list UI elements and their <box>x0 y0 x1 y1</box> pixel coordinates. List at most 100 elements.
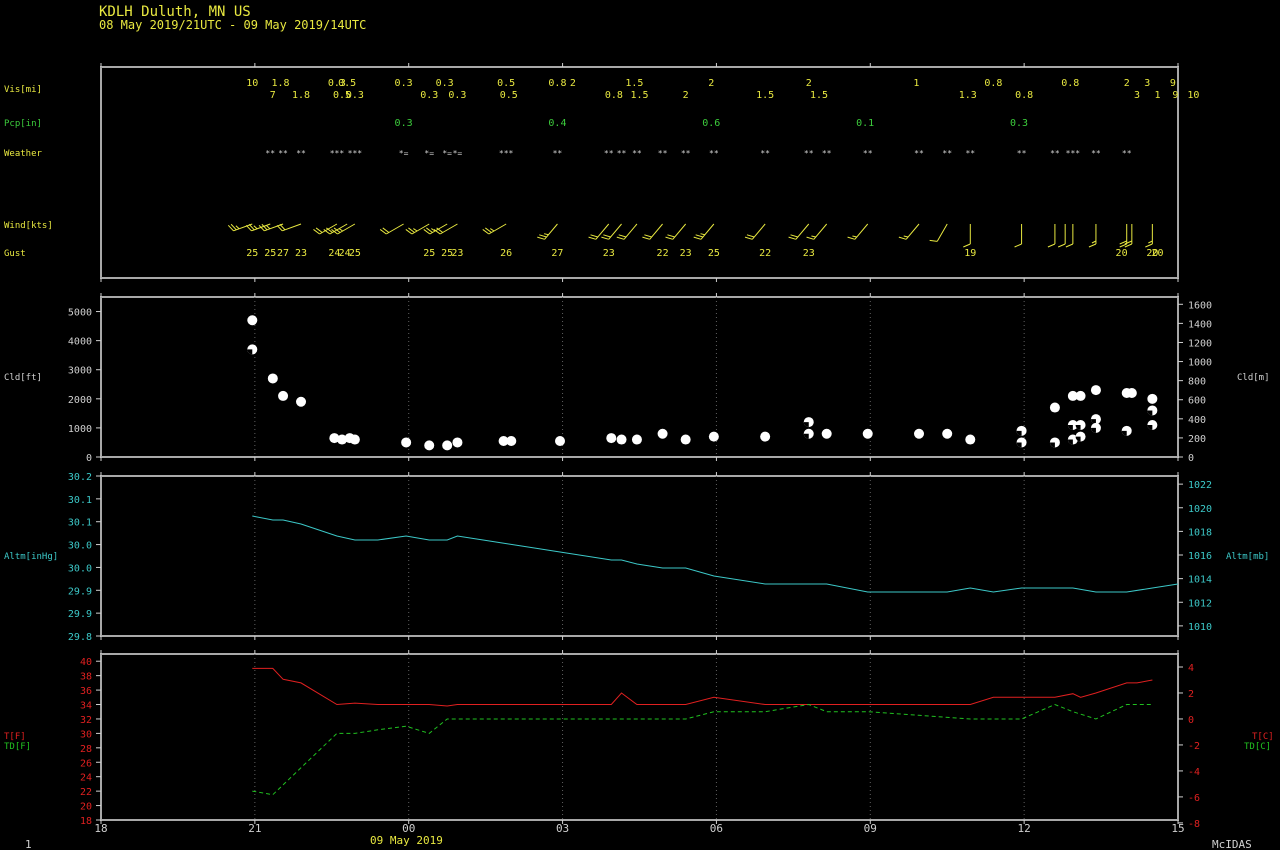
y-tick-label-right: 1022 <box>1188 480 1212 491</box>
wind-barb-feather <box>616 236 625 240</box>
y-tick-label: 26 <box>80 758 92 769</box>
cloud-point <box>247 315 258 326</box>
y-tick-label: 2000 <box>68 395 92 406</box>
y-tick-label-right: 1000 <box>1188 358 1212 369</box>
vis-value: 0.8 <box>1061 78 1079 89</box>
wind-barb-feather <box>644 234 652 238</box>
wind-barb <box>405 223 430 235</box>
weather-symbol: *= <box>453 149 463 158</box>
y-tick-label-right: 1400 <box>1188 319 1212 330</box>
cloud-point <box>631 434 642 445</box>
wind-barb-feather <box>543 233 549 236</box>
vis-value: 1.5 <box>630 90 648 101</box>
wind-barb <box>1065 224 1074 248</box>
cloud-plot: 0 1000 2000 3000 4000 5000 0 200 400 600 800 1000 12… <box>68 300 1212 464</box>
cloud-point-gap <box>1090 427 1096 433</box>
wind-barb-feather <box>1091 240 1097 244</box>
wind-barb-feather <box>667 234 675 238</box>
weather-symbol: ** <box>942 149 952 158</box>
weather-symbol: ** <box>617 149 627 158</box>
weather-symbol: ** <box>863 149 873 158</box>
cloud-point <box>1016 425 1027 436</box>
y-tick-label: 30 <box>80 729 92 740</box>
cloud-point <box>296 396 307 407</box>
y-tick-label: 0 <box>86 453 92 464</box>
weather-symbol: *= <box>424 149 434 158</box>
vis-value: 0.5 <box>497 78 515 89</box>
wind-barb-feather <box>603 234 611 238</box>
cloud-point <box>803 417 814 428</box>
wind-barb-staff <box>700 223 715 240</box>
weather-symbol: ** <box>709 149 719 158</box>
cloud-point <box>1049 402 1060 413</box>
y-tick-label-right: 1012 <box>1188 598 1212 609</box>
grid-lines <box>254 297 1025 820</box>
x-tick-label: 09 <box>864 822 877 835</box>
wind-barb-staff <box>672 223 687 240</box>
y-tick-label: 36 <box>80 686 92 697</box>
observation-rows: 10 1.8 0.30.5 0.3 0.3 0.5 0.8 2 1.5 2 2 1 0.8 0.8 2 3 97… <box>227 78 1199 259</box>
y-tick-label: 5000 <box>68 308 92 319</box>
weather-symbol: ** <box>914 149 924 158</box>
wind-barb <box>1014 224 1023 248</box>
weather-symbol: *** <box>348 149 363 158</box>
weather-symbol: ** <box>760 149 770 158</box>
cloud-point-gap <box>1067 425 1073 430</box>
wind-barb-feather <box>744 236 753 240</box>
y-tick-label: 30.2 <box>68 472 92 483</box>
wind-barb <box>1057 224 1066 248</box>
vis-value: 2 <box>806 78 812 89</box>
wind-barb <box>744 223 766 240</box>
temperature-line <box>252 667 1153 707</box>
page-number: 1 <box>25 838 32 850</box>
weather-symbol: ** <box>1091 149 1101 158</box>
dewpoint-line <box>252 703 1153 796</box>
wind-barb <box>379 223 404 235</box>
weather-symbol: ** <box>822 149 832 158</box>
cloud-point <box>1126 388 1137 398</box>
wind-barb-feather <box>1014 243 1022 248</box>
wind-barb-feather <box>695 234 704 238</box>
cloud-point-gap <box>1016 430 1022 436</box>
cld-right-label: Cld[m] <box>1237 373 1270 383</box>
gust-value: 23 <box>295 248 307 259</box>
wind-barb-feather <box>642 236 650 240</box>
wind-barb-feather <box>588 236 597 240</box>
cloud-point <box>1090 385 1101 396</box>
y-tick-label: 4000 <box>68 337 92 348</box>
pcp-value: 0.3 <box>1010 118 1028 129</box>
wind-barb <box>1145 224 1153 248</box>
y-tick-label-right: 1016 <box>1188 551 1212 562</box>
cloud-point <box>267 373 278 384</box>
x-tick-label: 21 <box>248 822 261 835</box>
y-tick-label-right: 0 <box>1188 453 1194 464</box>
y-tick-label: 38 <box>80 672 92 683</box>
wind-barb-staff <box>649 223 663 240</box>
y-tick-label-right: 1010 <box>1188 622 1212 633</box>
vis-value: 0.3 <box>420 90 438 101</box>
wind-barb-feather <box>1148 240 1153 244</box>
cloud-point <box>1075 390 1086 401</box>
y-tick-label: 40 <box>80 657 92 668</box>
pcp-label: Pcp[in] <box>4 119 42 129</box>
wind-barb <box>898 223 920 240</box>
weather-symbol: ** <box>632 149 642 158</box>
y-tick-label: 29.9 <box>68 609 92 620</box>
y-tick-label: 29.9 <box>68 586 92 597</box>
gust-value: 23 <box>451 248 463 259</box>
y-tick-label: 30.1 <box>68 495 92 506</box>
cloud-point-gap <box>247 349 253 355</box>
cloud-point-gap <box>1147 410 1153 416</box>
cloud-panel-frame <box>100 296 1179 458</box>
vis-value: 1.8 <box>271 78 289 89</box>
y-tick-label: 18 <box>80 816 92 827</box>
weather-symbol: *= <box>399 149 409 158</box>
gust-value: 26 <box>500 248 512 259</box>
vis-value: 3 <box>1134 90 1140 101</box>
cloud-point <box>1121 425 1132 436</box>
vis-value: 9 <box>1170 78 1176 89</box>
vis-value: 1.5 <box>756 90 774 101</box>
gust-value: 23 <box>603 248 615 259</box>
y-tick-label-right: 1200 <box>1188 338 1212 349</box>
weather-symbol: ** <box>1017 149 1027 158</box>
